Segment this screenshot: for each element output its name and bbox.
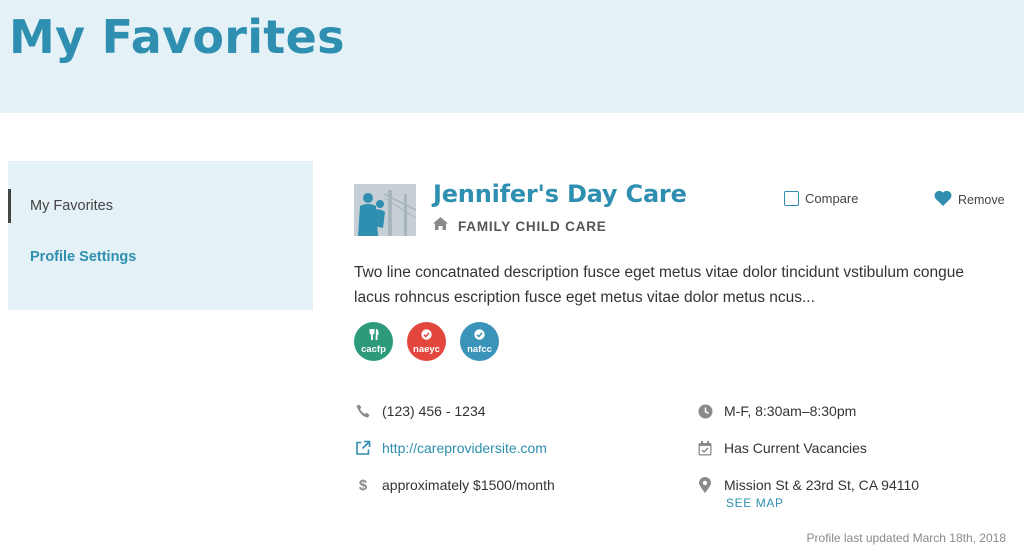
care-type-label: FAMILY CHILD CARE xyxy=(458,218,607,234)
dollar-icon: $ xyxy=(358,476,368,494)
phone-row: (123) 456 - 1234 xyxy=(354,402,486,420)
care-type: FAMILY CHILD CARE xyxy=(433,217,607,235)
badge-nafcc: nafcc xyxy=(460,322,499,361)
compare-checkbox[interactable]: Compare xyxy=(784,191,858,206)
price-row: $ approximately $1500/month xyxy=(354,476,555,494)
badge-label: nafcc xyxy=(467,343,492,355)
phone-number[interactable]: (123) 456 - 1234 xyxy=(382,403,486,419)
provider-name[interactable]: Jennifer's Day Care xyxy=(433,180,687,208)
provider-photo xyxy=(354,184,416,236)
address-text: Mission St & 23rd St, CA 94110 xyxy=(724,477,920,493)
page-header: My Favorites xyxy=(0,0,1024,113)
provider-card: Jennifer's Day Care FAMILY CHILD CARE Co… xyxy=(354,178,1014,548)
provider-description: Two line concatnated description fusce e… xyxy=(354,264,965,306)
page-title: My Favorites xyxy=(9,10,345,64)
hours-row: M-F, 8:30am–8:30pm xyxy=(696,402,856,420)
sidebar-item-profile-settings[interactable]: Profile Settings xyxy=(8,240,313,274)
heart-icon xyxy=(934,190,952,209)
vacancies-row: Has Current Vacancies xyxy=(696,439,867,457)
website-row: http://careprovidersite.com xyxy=(354,439,547,457)
fork-knife-icon xyxy=(369,327,379,343)
badge-cacfp: cacfp xyxy=(354,322,393,361)
badge-label: naeyc xyxy=(413,343,440,355)
clock-icon xyxy=(696,402,714,420)
see-map-link[interactable]: SEE MAP xyxy=(726,496,784,510)
remove-label: Remove xyxy=(958,192,1005,207)
sidebar: My Favorites Profile Settings xyxy=(8,161,313,310)
checkbox-icon[interactable] xyxy=(784,191,799,206)
accreditation-badges: cacfp naeyc nafcc xyxy=(354,322,499,361)
home-icon xyxy=(433,217,448,235)
check-icon xyxy=(474,328,485,343)
sidebar-item-my-favorites[interactable]: My Favorites xyxy=(8,189,313,223)
map-pin-icon xyxy=(696,476,714,494)
website-link[interactable]: http://careprovidersite.com xyxy=(382,440,547,456)
badge-label: cacfp xyxy=(361,343,386,355)
external-link-icon xyxy=(354,439,372,457)
last-updated-text: Profile last updated March 18th, 2018 xyxy=(806,531,1006,545)
vacancies-text: Has Current Vacancies xyxy=(724,440,867,456)
phone-icon xyxy=(354,402,372,420)
calendar-icon xyxy=(696,439,714,457)
check-icon xyxy=(421,328,432,343)
compare-label: Compare xyxy=(805,191,859,206)
hours-text: M-F, 8:30am–8:30pm xyxy=(724,403,857,419)
remove-button[interactable]: Remove xyxy=(934,190,1005,209)
badge-naeyc: naeyc xyxy=(407,322,446,361)
address-row: Mission St & 23rd St, CA 94110 xyxy=(696,476,919,494)
price-text: approximately $1500/month xyxy=(382,477,555,493)
